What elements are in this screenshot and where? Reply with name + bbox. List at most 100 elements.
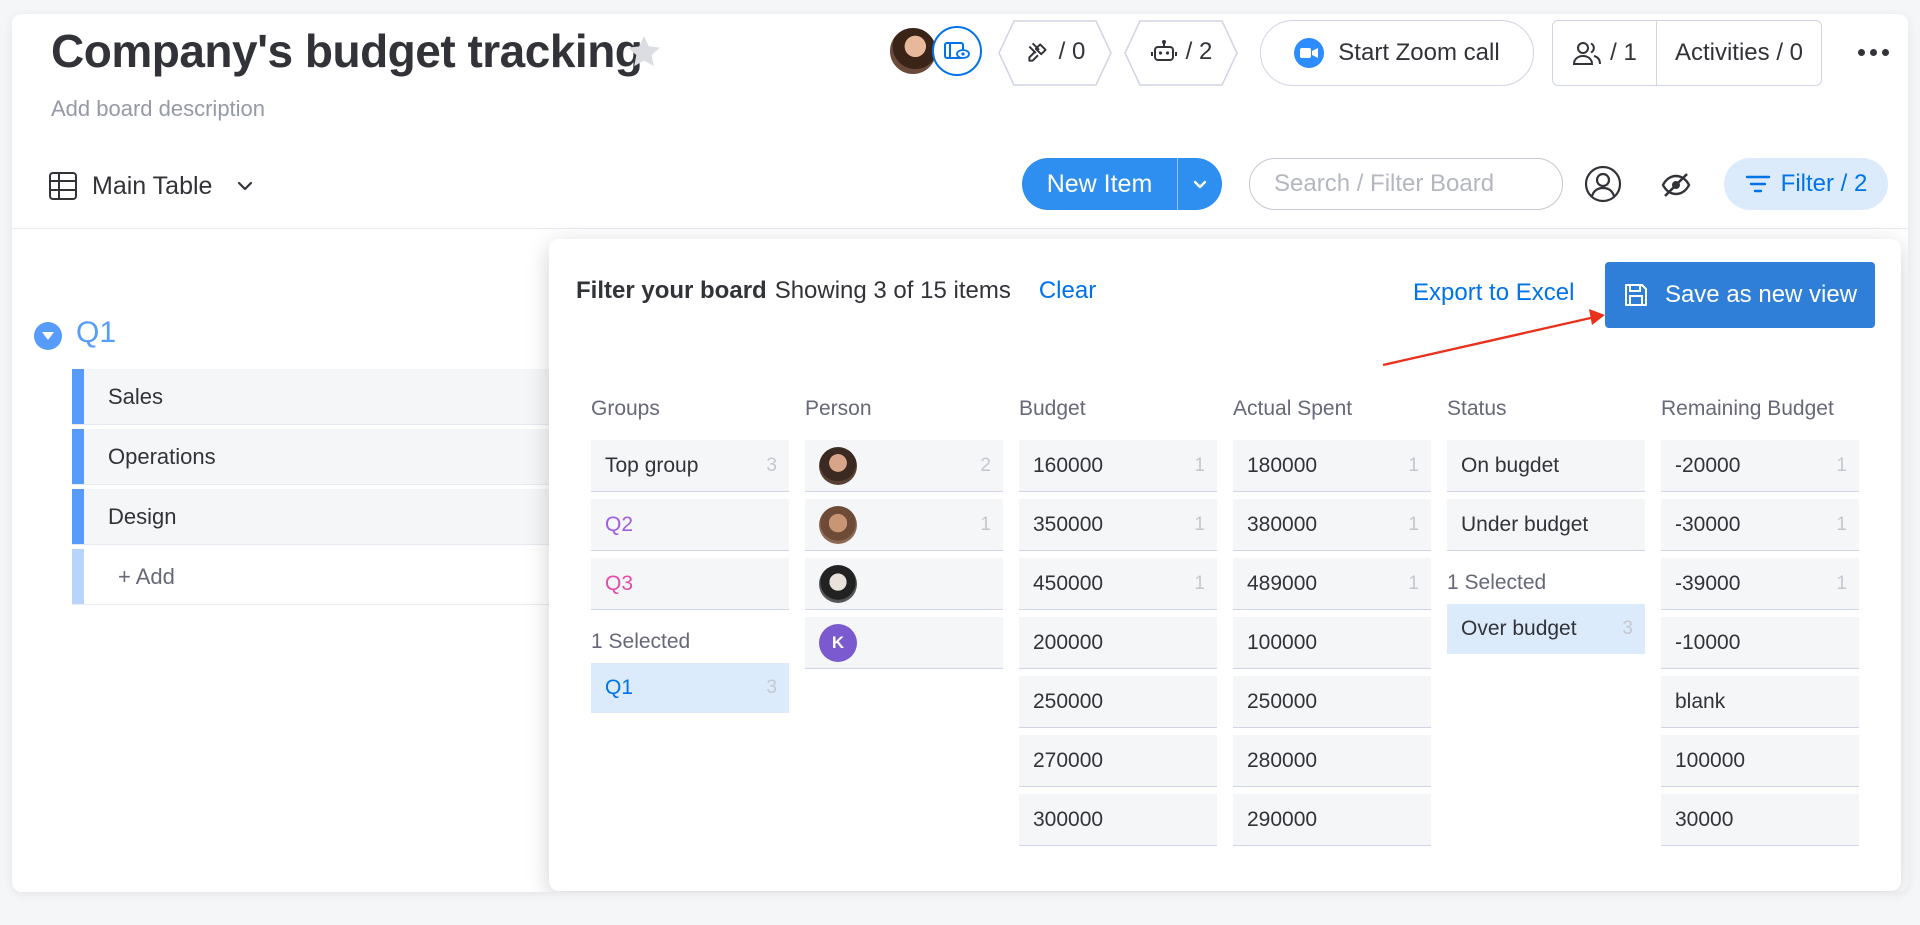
add-item-label: + Add bbox=[118, 563, 175, 589]
filter-option[interactable]: Top group 3 bbox=[591, 440, 789, 492]
group-title[interactable]: Q1 bbox=[76, 316, 116, 350]
table-row[interactable]: Operations bbox=[72, 429, 612, 485]
filter-option[interactable]: 100000 bbox=[1233, 617, 1431, 669]
zoom-label: Start Zoom call bbox=[1338, 39, 1500, 66]
option-label: -20000 bbox=[1675, 453, 1741, 477]
option-label: Under budget bbox=[1461, 512, 1589, 536]
start-zoom-call-button[interactable]: Start Zoom call bbox=[1260, 20, 1534, 86]
item-name: Operations bbox=[108, 443, 216, 469]
more-options-icon[interactable] bbox=[1858, 42, 1894, 62]
option-count: 2 bbox=[980, 454, 991, 476]
save-as-new-view-button[interactable]: Save as new view bbox=[1605, 262, 1875, 328]
new-item-button[interactable]: New Item bbox=[1022, 158, 1222, 210]
filter-option[interactable]: 350000 1 bbox=[1019, 499, 1217, 551]
clear-filters-link[interactable]: Clear bbox=[1039, 277, 1096, 305]
option-count: 1 bbox=[1408, 513, 1419, 535]
new-item-label[interactable]: New Item bbox=[1022, 170, 1177, 199]
filter-option[interactable]: 30000 bbox=[1661, 794, 1859, 846]
option-count: 3 bbox=[1622, 618, 1633, 639]
option-label: -30000 bbox=[1675, 512, 1741, 536]
board-description[interactable]: Add board description bbox=[51, 96, 265, 122]
filter-button[interactable]: Filter / 2 bbox=[1724, 158, 1888, 210]
automations-count: / 2 bbox=[1185, 38, 1213, 65]
board-title[interactable]: Company's budget tracking bbox=[51, 24, 643, 78]
chevron-down-icon bbox=[1193, 180, 1207, 189]
filter-option[interactable]: 380000 1 bbox=[1233, 499, 1431, 551]
filter-option[interactable]: 1 bbox=[805, 499, 1003, 551]
activities-button[interactable]: Activities / 0 bbox=[1657, 39, 1821, 67]
option-label: 180000 bbox=[1247, 453, 1318, 477]
filter-option[interactable] bbox=[805, 558, 1003, 610]
filter-option[interactable]: -20000 1 bbox=[1661, 440, 1859, 492]
filter-option[interactable]: Q3 bbox=[591, 558, 789, 610]
filter-option[interactable]: 280000 bbox=[1233, 735, 1431, 787]
new-item-dropdown[interactable] bbox=[1177, 158, 1222, 210]
option-label: 450000 bbox=[1033, 571, 1104, 595]
filter-option[interactable]: 489000 1 bbox=[1233, 558, 1431, 610]
activities-label: Activities / 0 bbox=[1674, 39, 1804, 66]
filter-option[interactable]: Q2 bbox=[591, 499, 789, 551]
option-label: 250000 bbox=[1033, 689, 1104, 713]
star-icon[interactable] bbox=[624, 32, 664, 72]
filter-option[interactable]: -10000 bbox=[1661, 617, 1859, 669]
person-filter-icon[interactable] bbox=[1584, 165, 1622, 203]
filter-option[interactable]: 290000 bbox=[1233, 794, 1431, 846]
filter-option[interactable]: 250000 bbox=[1233, 676, 1431, 728]
hide-columns-icon[interactable] bbox=[1660, 170, 1692, 200]
group-collapse-icon[interactable] bbox=[34, 322, 62, 350]
filter-option-selected[interactable]: Q1 3 bbox=[591, 663, 789, 713]
filter-option[interactable]: 270000 bbox=[1019, 735, 1217, 787]
automations-button[interactable]: / 2 bbox=[1124, 20, 1238, 86]
filter-option[interactable]: 2 bbox=[805, 440, 1003, 492]
search-input[interactable]: Search / Filter Board bbox=[1249, 158, 1563, 210]
avatar bbox=[819, 446, 857, 485]
option-count: 1 bbox=[1194, 454, 1205, 476]
filter-option[interactable]: Under budget bbox=[1447, 499, 1645, 551]
filter-option[interactable]: -30000 1 bbox=[1661, 499, 1859, 551]
option-count: 1 bbox=[1408, 454, 1419, 476]
filter-option[interactable]: 100000 bbox=[1661, 735, 1859, 787]
filter-option[interactable]: 180000 1 bbox=[1233, 440, 1431, 492]
option-label: 160000 bbox=[1033, 453, 1104, 477]
option-label: Over budget bbox=[1461, 617, 1577, 640]
board-subscribers[interactable] bbox=[888, 26, 984, 78]
column-header: Remaining Budget bbox=[1661, 397, 1834, 420]
option-label: 270000 bbox=[1033, 748, 1104, 772]
members-count: / 1 bbox=[1610, 39, 1637, 66]
option-label: 380000 bbox=[1247, 512, 1318, 536]
option-count: 1 bbox=[1408, 572, 1419, 594]
filter-column-remaining-budget: Remaining Budget -20000 1 -30000 1 -39000 1… bbox=[1661, 397, 1859, 892]
filter-option[interactable]: K bbox=[805, 617, 1003, 669]
selected-count-label: 1 Selected bbox=[1447, 571, 1547, 594]
option-label: On bugdet bbox=[1461, 453, 1560, 477]
filter-option[interactable]: 160000 1 bbox=[1019, 440, 1217, 492]
add-item-row[interactable]: + Add bbox=[72, 549, 612, 605]
option-count: 3 bbox=[766, 454, 777, 476]
filter-option-selected[interactable]: Over budget 3 bbox=[1447, 604, 1645, 654]
item-name: Sales bbox=[108, 383, 164, 409]
integrations-button[interactable]: / 0 bbox=[998, 20, 1112, 86]
view-selector[interactable]: Main Table bbox=[48, 166, 256, 206]
option-count: 1 bbox=[1194, 513, 1205, 535]
column-header: Groups bbox=[591, 397, 660, 420]
filter-option[interactable]: On bugdet bbox=[1447, 440, 1645, 492]
filter-option[interactable]: 300000 bbox=[1019, 794, 1217, 846]
option-label: 100000 bbox=[1675, 748, 1746, 772]
filter-option[interactable]: 450000 1 bbox=[1019, 558, 1217, 610]
filter-label: Filter / 2 bbox=[1780, 170, 1868, 197]
table-row[interactable]: Design bbox=[72, 489, 612, 545]
members-button[interactable]: / 1 bbox=[1553, 21, 1657, 85]
avatar bbox=[888, 26, 938, 76]
integrations-count: / 0 bbox=[1058, 38, 1086, 65]
filter-option[interactable]: -39000 1 bbox=[1661, 558, 1859, 610]
filter-option[interactable]: 250000 bbox=[1019, 676, 1217, 728]
filter-option[interactable]: blank bbox=[1661, 676, 1859, 728]
filter-option[interactable]: 200000 bbox=[1019, 617, 1217, 669]
filter-panel-title: Filter your board bbox=[576, 277, 767, 304]
filter-columns: Groups Top group 3 Q2 Q3 1 Selected Q1 3 P… bbox=[591, 397, 1859, 892]
guest-view-icon bbox=[932, 26, 982, 76]
group-rows: Sales Operations Design + Add bbox=[72, 369, 612, 609]
option-label: blank bbox=[1675, 689, 1726, 713]
option-label: 350000 bbox=[1033, 512, 1104, 536]
table-row[interactable]: Sales bbox=[72, 369, 612, 425]
